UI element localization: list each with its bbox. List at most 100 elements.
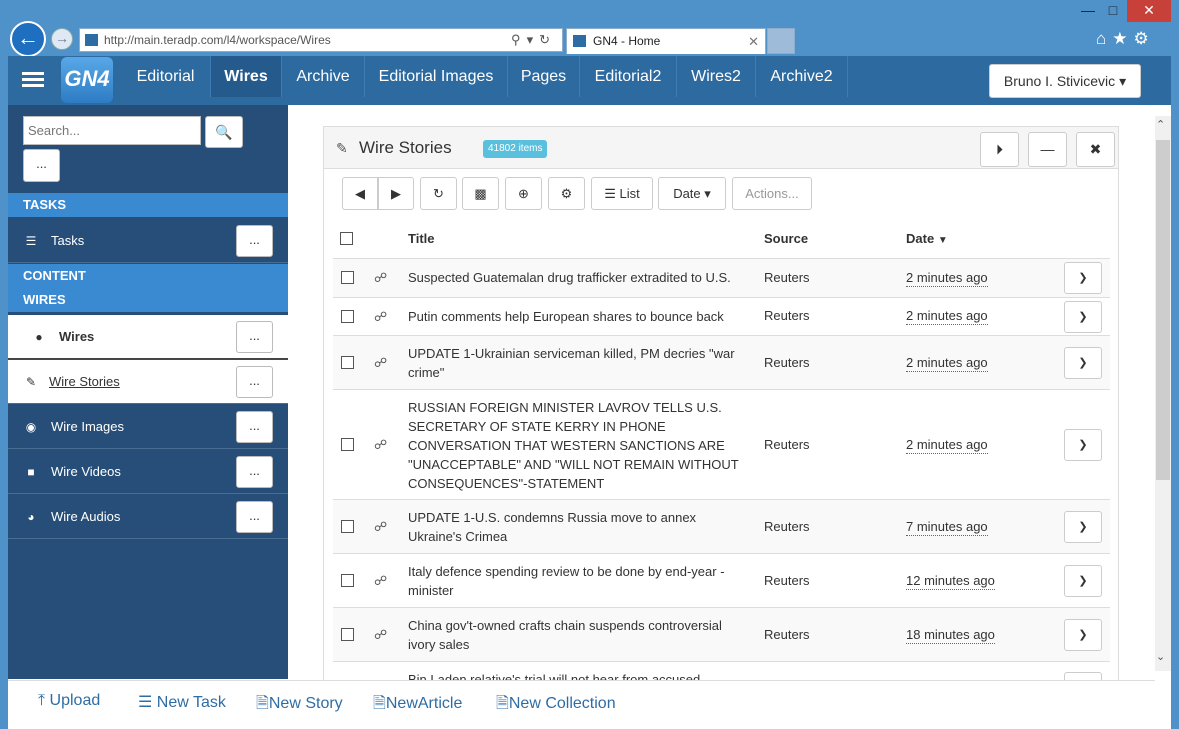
table-row[interactable]: ☍ Suspected Guatemalan drug trafficker e… bbox=[333, 258, 1110, 297]
zoom-in-icon[interactable]: ⊕ bbox=[505, 177, 542, 210]
nav-tab-wires2[interactable]: Wires2 bbox=[677, 56, 756, 97]
sidebar-item-wire-audios[interactable]: ◕ Wire Audios ... bbox=[8, 495, 288, 539]
new-article-link[interactable]: 🗎NewArticle bbox=[373, 692, 462, 719]
wires-header-label: WIRES bbox=[23, 292, 66, 307]
row-expand-chevron-icon[interactable]: ❯ bbox=[1064, 262, 1102, 294]
column-header-date[interactable]: Date ▼ bbox=[906, 231, 948, 246]
file-icon: 🗎 bbox=[496, 695, 509, 712]
sidebar-item-wire-stories[interactable]: ✎ Wire Stories ... bbox=[8, 360, 288, 404]
window-close-icon[interactable]: ✕ bbox=[1127, 0, 1171, 22]
date-sort-dropdown[interactable]: Date ▾ bbox=[658, 177, 726, 210]
scrollbar-thumb[interactable] bbox=[1156, 140, 1170, 480]
row-title[interactable]: Italy defence spending review to be done… bbox=[408, 562, 748, 600]
minimize-panel-icon[interactable]: — bbox=[1028, 132, 1067, 167]
row-checkbox[interactable] bbox=[341, 438, 354, 451]
nav-tab-archive2[interactable]: Archive2 bbox=[756, 56, 848, 97]
row-title[interactable]: UPDATE 1-Ukrainian serviceman killed, PM… bbox=[408, 344, 748, 382]
table-row[interactable]: ☍ Italy defence spending review to be do… bbox=[333, 553, 1110, 607]
new-task-link[interactable]: ☰ New Task bbox=[138, 692, 226, 712]
table-row[interactable]: ☍ China gov't-owned crafts chain suspend… bbox=[333, 607, 1110, 661]
table-row[interactable]: ☍ UPDATE 1-Ukrainian serviceman killed, … bbox=[333, 335, 1110, 389]
row-checkbox[interactable] bbox=[341, 271, 354, 284]
panel-title: Wire Stories bbox=[359, 138, 452, 157]
wire-images-more-button[interactable]: ... bbox=[236, 411, 273, 443]
address-bar[interactable]: http://main.teradp.com/l4/workspace/Wire… bbox=[79, 28, 563, 52]
scroll-down-icon[interactable]: ⌄ bbox=[1156, 650, 1165, 663]
row-source: Reuters bbox=[764, 437, 810, 452]
table-row[interactable]: ☍ Putin comments help European shares to… bbox=[333, 297, 1110, 335]
row-expand-chevron-icon[interactable]: ❯ bbox=[1064, 619, 1102, 651]
sidebar-item-wire-images[interactable]: ◉ Wire Images ... bbox=[8, 405, 288, 449]
refresh-icon[interactable]: ↻ bbox=[420, 177, 457, 210]
gear-icon[interactable]: ⚙ bbox=[548, 177, 585, 210]
tasks-more-button[interactable]: ... bbox=[236, 225, 273, 257]
row-checkbox[interactable] bbox=[341, 520, 354, 533]
sidebar-item-wire-videos[interactable]: ■ Wire Videos ... bbox=[8, 450, 288, 494]
row-title[interactable]: Suspected Guatemalan drug trafficker ext… bbox=[408, 268, 748, 287]
table-row[interactable]: ☍ RUSSIAN FOREIGN MINISTER LAVROV TELLS … bbox=[333, 389, 1110, 499]
story-icon: ☍ bbox=[374, 437, 388, 452]
list-view-button[interactable]: ☰ List bbox=[591, 177, 653, 210]
select-all-checkbox[interactable] bbox=[340, 232, 353, 245]
row-title[interactable]: Putin comments help European shares to b… bbox=[408, 307, 748, 326]
nav-tab-pages[interactable]: Pages bbox=[508, 56, 580, 97]
row-title[interactable]: Bin Laden relative's trial will not hear… bbox=[408, 670, 748, 680]
forward-circle-icon[interactable]: ▶ bbox=[378, 177, 414, 210]
new-story-link[interactable]: 🗎New Story bbox=[256, 692, 343, 719]
upload-icon: ⤒ bbox=[38, 692, 46, 709]
new-collection-link[interactable]: 🗎New Collection bbox=[496, 692, 616, 719]
nav-tab-wires[interactable]: Wires bbox=[211, 56, 282, 97]
nav-tab-editorial2[interactable]: Editorial2 bbox=[580, 56, 677, 97]
row-checkbox[interactable] bbox=[341, 356, 354, 369]
back-arrow-icon[interactable]: ← bbox=[10, 21, 46, 57]
new-tab-button[interactable] bbox=[767, 28, 795, 54]
sidebar-item-tasks[interactable]: ☰ Tasks ... bbox=[8, 219, 288, 263]
save-icon[interactable]: ▩ bbox=[462, 177, 499, 210]
row-title[interactable]: RUSSIAN FOREIGN MINISTER LAVROV TELLS U.… bbox=[408, 398, 748, 493]
row-expand-chevron-icon[interactable] bbox=[1064, 672, 1102, 680]
wire-stories-more-button[interactable]: ... bbox=[236, 366, 273, 398]
wire-audios-more-button[interactable]: ... bbox=[236, 501, 273, 533]
table-row[interactable]: Bin Laden relative's trial will not hear… bbox=[333, 661, 1110, 680]
close-panel-icon[interactable]: ✖ bbox=[1076, 132, 1115, 167]
wire-videos-more-button[interactable]: ... bbox=[236, 456, 273, 488]
row-expand-chevron-icon[interactable]: ❯ bbox=[1064, 511, 1102, 543]
browser-tab[interactable]: GN4 - Home ✕ bbox=[566, 28, 766, 54]
close-tab-icon[interactable]: ✕ bbox=[748, 29, 759, 54]
search-input[interactable] bbox=[23, 116, 201, 145]
row-checkbox[interactable] bbox=[341, 628, 354, 641]
row-expand-chevron-icon[interactable]: ❯ bbox=[1064, 565, 1102, 597]
table-row[interactable]: ☍ UPDATE 1-U.S. condemns Russia move to … bbox=[333, 499, 1110, 553]
back-circle-icon[interactable]: ◀ bbox=[342, 177, 378, 210]
row-checkbox[interactable] bbox=[341, 310, 354, 323]
search-icon[interactable]: 🔍 bbox=[205, 116, 243, 148]
row-title[interactable]: China gov't-owned crafts chain suspends … bbox=[408, 616, 748, 654]
row-expand-chevron-icon[interactable]: ❯ bbox=[1064, 301, 1102, 333]
address-controls-icon[interactable]: ⚲▾↻ bbox=[511, 29, 556, 51]
hamburger-menu-icon[interactable] bbox=[22, 72, 44, 88]
row-source: Reuters bbox=[764, 270, 810, 285]
upload-link[interactable]: ⤒ Upload bbox=[38, 692, 100, 710]
pin-icon[interactable]: ⏵ bbox=[980, 132, 1019, 167]
row-title[interactable]: UPDATE 1-U.S. condemns Russia move to an… bbox=[408, 508, 748, 546]
scroll-up-icon[interactable]: ⌃ bbox=[1156, 118, 1165, 131]
user-menu-button[interactable]: Bruno I. Stivicevic ▾ bbox=[989, 64, 1141, 98]
row-expand-chevron-icon[interactable]: ❯ bbox=[1064, 347, 1102, 379]
nav-tab-editorial-images[interactable]: Editorial Images bbox=[365, 56, 508, 97]
nav-tab-editorial[interactable]: Editorial bbox=[121, 56, 211, 97]
row-expand-chevron-icon[interactable]: ❯ bbox=[1064, 429, 1102, 461]
forward-arrow-icon[interactable]: → bbox=[51, 28, 73, 50]
sidebar-item-wires[interactable]: ● Wires ... bbox=[8, 315, 288, 359]
row-source: Reuters bbox=[764, 308, 810, 323]
content-header-label: CONTENT bbox=[23, 268, 86, 283]
sidebar-menu-button[interactable]: ... bbox=[23, 149, 60, 182]
row-checkbox[interactable] bbox=[341, 574, 354, 587]
column-header-source[interactable]: Source bbox=[764, 231, 808, 246]
column-header-title[interactable]: Title bbox=[408, 231, 435, 246]
url-text: http://main.teradp.com/l4/workspace/Wire… bbox=[104, 33, 331, 47]
tasks-header: TASKS bbox=[8, 193, 288, 217]
wires-more-button[interactable]: ... bbox=[236, 321, 273, 353]
actions-button[interactable]: Actions... bbox=[732, 177, 812, 210]
nav-tab-archive[interactable]: Archive bbox=[282, 56, 365, 97]
browser-tools-icons[interactable]: ⌂★⚙ bbox=[1096, 29, 1155, 49]
